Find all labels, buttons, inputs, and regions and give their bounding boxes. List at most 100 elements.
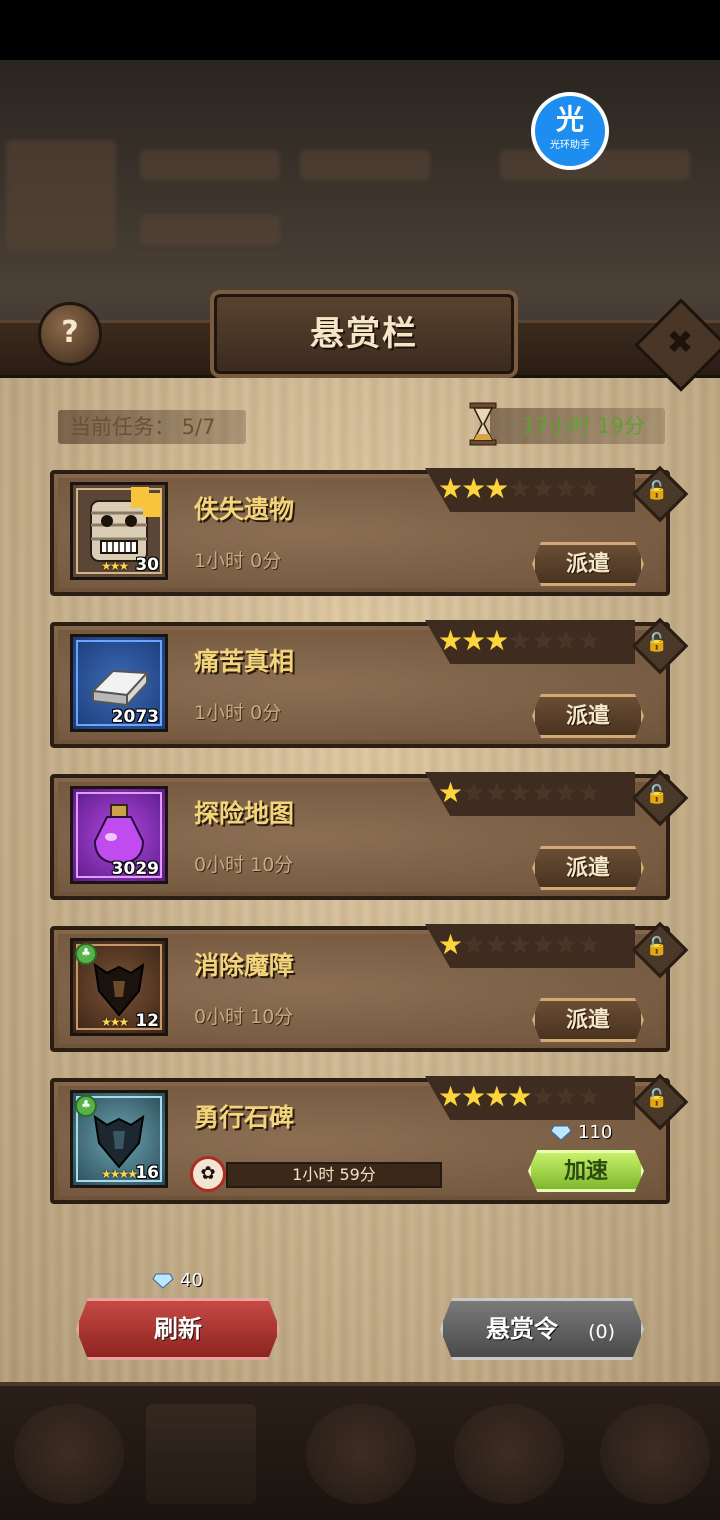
star-empty-icon: ★	[507, 776, 532, 809]
task-name: 消除魔障	[194, 951, 295, 980]
brand-text: 光环助手	[550, 140, 590, 151]
task-reward-icon[interactable]: ♣ ★★★★ 16	[70, 1090, 168, 1188]
nav-item-3[interactable]	[306, 1404, 416, 1504]
task-card-4[interactable]: ♣ ★★★ 12 消除魔障 0小时 10分 ★★★★★★★ 🔓 派遣	[50, 921, 689, 1052]
progress-time: 1小时 59分	[292, 1165, 376, 1184]
guanghuan-assistant-badge[interactable]: 光 光环助手	[531, 92, 609, 170]
unlock-icon: 🔓	[645, 1088, 669, 1109]
task-card-1[interactable]: ★★★ 30 佚失遗物 1小时 0分 ★★★★★★★ 🔓 派遣	[50, 465, 689, 596]
task-reward-icon[interactable]: 3029	[70, 786, 168, 884]
lock-button[interactable]: 🔓	[631, 921, 689, 979]
hero-badge-icon: ♣	[75, 1095, 97, 1117]
task-duration: 1小时 0分	[194, 702, 282, 724]
task-reward-icon[interactable]: 2073	[70, 634, 168, 732]
current-task-count: 当前任务： 5/7	[58, 410, 246, 444]
nav-item-1[interactable]	[14, 1404, 124, 1504]
lock-button[interactable]: 🔓	[631, 1073, 689, 1131]
dispatch-button[interactable]: 派遣	[532, 998, 644, 1042]
bottom-nav	[0, 1382, 720, 1520]
nav-item-4[interactable]	[454, 1404, 564, 1504]
difficulty-stars: ★★★★★★★	[438, 928, 638, 962]
star-empty-icon: ★	[507, 624, 532, 657]
reward-count: 2073	[111, 707, 159, 727]
lock-button[interactable]: 🔓	[631, 769, 689, 827]
bounty-order-button[interactable]: 悬赏令 (0)	[440, 1298, 644, 1360]
star-empty-icon: ★	[484, 776, 509, 809]
page-title: 悬赏栏	[310, 314, 418, 354]
star-empty-icon: ★	[576, 472, 602, 505]
star-empty-icon: ★	[576, 624, 602, 657]
star-empty-icon: ★	[530, 624, 555, 657]
help-button[interactable]: ?	[38, 302, 102, 366]
star-empty-icon: ★	[530, 472, 555, 505]
diamond-icon	[152, 1273, 174, 1289]
refresh-cost: 40	[152, 1270, 203, 1291]
task-card-2[interactable]: 2073 痛苦真相 1小时 0分 ★★★★★★★ 🔓 派遣	[50, 617, 689, 748]
hero-stars: ★★★★	[101, 1167, 138, 1181]
star-empty-icon: ★	[484, 928, 509, 961]
task-card-5[interactable]: ♣ ★★★★ 16 勇行石碑 1小时 59分 ✿ ★★★★★★★ 🔓 110 加…	[50, 1073, 689, 1204]
star-filled-icon: ★	[461, 624, 486, 657]
reward-count: 3029	[111, 859, 159, 879]
dispatch-button[interactable]: 派遣	[532, 542, 644, 586]
star-empty-icon: ★	[553, 1080, 579, 1113]
diamond-icon	[550, 1125, 572, 1141]
progress-bar: 1小时 59分	[226, 1162, 442, 1188]
difficulty-stars: ★★★★★★★	[438, 472, 638, 506]
unlock-icon: 🔓	[645, 936, 669, 957]
dispatch-button[interactable]: 派遣	[532, 846, 644, 890]
lock-button[interactable]: 🔓	[631, 465, 689, 523]
star-empty-icon: ★	[553, 776, 579, 809]
star-filled-icon: ★	[484, 624, 509, 657]
star-empty-icon: ★	[530, 1080, 555, 1113]
bounty-order-count: (0)	[588, 1321, 615, 1343]
nav-item-2[interactable]	[146, 1404, 256, 1504]
reward-count: 16	[135, 1163, 159, 1183]
star-empty-icon: ★	[507, 472, 532, 505]
task-duration: 0小时 10分	[194, 854, 294, 876]
speed-up-button[interactable]: 加速	[528, 1150, 644, 1192]
task-duration: 0小时 10分	[194, 1006, 294, 1028]
star-empty-icon: ★	[461, 776, 486, 809]
star-filled-icon: ★	[461, 1080, 486, 1113]
lock-button[interactable]: 🔓	[631, 617, 689, 675]
unlock-icon: 🔓	[645, 480, 669, 501]
star-empty-icon: ★	[530, 776, 555, 809]
star-filled-icon: ★	[438, 928, 463, 961]
task-reward-icon[interactable]: ★★★ 30	[70, 482, 168, 580]
star-empty-icon: ★	[576, 776, 602, 809]
hero-stars: ★★★	[101, 1015, 129, 1029]
task-reward-icon[interactable]: ♣ ★★★ 12	[70, 938, 168, 1036]
task-card-3[interactable]: 3029 探险地图 0小时 10分 ★★★★★★★ 🔓 派遣	[50, 769, 689, 900]
title-plate: 悬赏栏	[210, 290, 518, 378]
task-name: 痛苦真相	[194, 647, 295, 676]
star-filled-icon: ★	[438, 776, 463, 809]
task-duration: 1小时 0分	[194, 550, 282, 572]
nav-item-5[interactable]	[600, 1404, 710, 1504]
task-progress: 1小时 59分 ✿	[190, 1156, 444, 1192]
hero-badge-icon: ♣	[75, 943, 97, 965]
star-empty-icon: ★	[576, 928, 602, 961]
panel-header: 悬赏栏	[0, 280, 720, 380]
screen: 光 光环助手 悬赏栏 ? ✖ 当前任务： 5/7 17小时 19分 ★★★ 30…	[0, 0, 720, 1520]
unlock-icon: 🔓	[645, 632, 669, 653]
unlock-icon: 🔓	[645, 784, 669, 805]
star-filled-icon: ★	[461, 472, 486, 505]
star-empty-icon: ★	[461, 928, 486, 961]
star-filled-icon: ★	[484, 1080, 509, 1113]
star-filled-icon: ★	[438, 624, 463, 657]
refresh-label: 刷新	[154, 1315, 202, 1343]
task-name: 佚失遗物	[194, 495, 295, 524]
star-empty-icon: ★	[553, 624, 579, 657]
star-filled-icon: ★	[484, 472, 509, 505]
hourglass-icon	[469, 402, 497, 446]
refresh-button[interactable]: 刷新	[76, 1298, 280, 1360]
close-icon[interactable]: ✖	[662, 324, 698, 360]
star-empty-icon: ★	[553, 472, 579, 505]
hero-stars: ★★★	[101, 559, 129, 573]
reward-count: 12	[135, 1011, 159, 1031]
dispatch-button[interactable]: 派遣	[532, 694, 644, 738]
star-empty-icon: ★	[576, 1080, 602, 1113]
status-bar	[0, 0, 720, 60]
task-name: 勇行石碑	[194, 1103, 295, 1132]
